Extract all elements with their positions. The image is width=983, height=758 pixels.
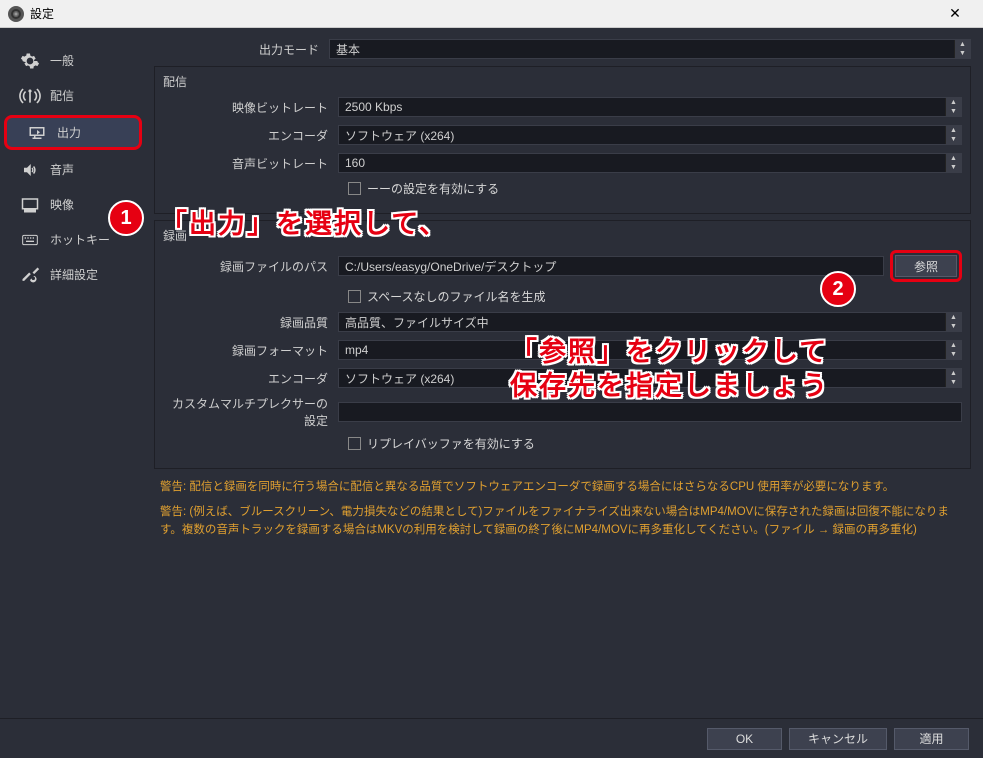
video-bitrate-label: 映像ビットレート [163,99,338,116]
sidebar-item-audio[interactable]: 音声 [0,152,146,187]
streaming-section: 配信 映像ビットレート 2500 Kbps▲▼ エンコーダ ソフトウェア (x2… [154,66,971,214]
recording-encoder-label: エンコーダ [163,370,338,387]
replay-buffer-label: リプレイバッファを有効にする [367,435,535,452]
warning-2: 警告: (例えば、ブルースクリーン、電力損失などの結果として)ファイルをファイナ… [154,500,971,543]
recording-path-input[interactable] [338,256,884,276]
annotation-badge-1: 1 [108,200,144,236]
output-icon [25,123,49,143]
ok-button[interactable]: OK [707,728,782,750]
streaming-encoder-label: エンコーダ [163,127,338,144]
browse-button[interactable]: 参照 [895,255,957,277]
sidebar-item-general[interactable]: 一般 [0,43,146,78]
footer: OK キャンセル 適用 [0,718,983,758]
keyboard-icon [18,230,42,250]
output-mode-select[interactable]: 基本 ▲▼ [329,39,971,59]
cancel-button[interactable]: キャンセル [789,728,887,750]
speaker-icon [18,160,42,180]
apply-button[interactable]: 適用 [894,728,969,750]
chevron-down-icon[interactable]: ▼ [954,49,970,58]
audio-bitrate-label: 音声ビットレート [163,155,338,172]
close-icon[interactable]: ✕ [935,5,975,22]
sidebar-item-label: 一般 [50,52,74,69]
audio-bitrate-select[interactable]: 160▲▼ [338,153,962,173]
recording-quality-label: 録画品質 [163,314,338,331]
recording-path-label: 録画ファイルのパス [163,258,338,275]
streaming-title: 配信 [163,73,962,90]
recording-quality-select[interactable]: 高品質、ファイルサイズ中▲▼ [338,312,962,332]
warning-1: 警告: 配信と録画を同時に行う場合に配信と異なる品質でソフトウェアエンコーダで録… [154,475,971,500]
sidebar-item-stream[interactable]: 配信 [0,78,146,113]
muxer-label: カスタムマルチプレクサーの設定 [163,395,338,429]
advanced-encoder-checkbox[interactable] [348,182,361,195]
advanced-encoder-label: ーーの設定を有効にする [367,180,499,197]
sidebar-item-advanced[interactable]: 詳細設定 [0,257,146,292]
monitor-icon [18,195,42,215]
annotation-text-1: 「出力」を選択して、 [160,208,448,242]
output-mode-label: 出力モード [154,41,329,58]
annotation-badge-2: 2 [820,271,856,307]
muxer-input[interactable] [338,402,962,422]
gear-icon [18,51,42,71]
window-title: 設定 [30,5,935,22]
sidebar-item-label: ホットキー [50,231,110,248]
sidebar-item-label: 映像 [50,196,74,213]
video-bitrate-input[interactable]: 2500 Kbps▲▼ [338,97,962,117]
no-space-label: スペースなしのファイル名を生成 [367,288,546,305]
sidebar-item-label: 詳細設定 [50,266,98,283]
app-icon [8,6,24,22]
streaming-encoder-select[interactable]: ソフトウェア (x264)▲▼ [338,125,962,145]
sidebar-item-output[interactable]: 出力 [4,115,142,150]
annotation-text-2: 「参照」をクリックして 保存先を指定しましょう [510,336,829,404]
no-space-checkbox[interactable] [348,290,361,303]
sidebar-item-label: 配信 [50,87,74,104]
chevron-up-icon[interactable]: ▲ [954,40,970,49]
sidebar-item-label: 音声 [50,161,74,178]
replay-buffer-checkbox[interactable] [348,437,361,450]
titlebar: 設定 ✕ [0,0,983,28]
recording-format-label: 録画フォーマット [163,342,338,359]
antenna-icon [18,86,42,106]
tools-icon [18,265,42,285]
sidebar-item-label: 出力 [57,124,81,141]
sidebar: 一般 配信 出力 音声 映像 ホットキー 詳細設定 [0,28,146,718]
